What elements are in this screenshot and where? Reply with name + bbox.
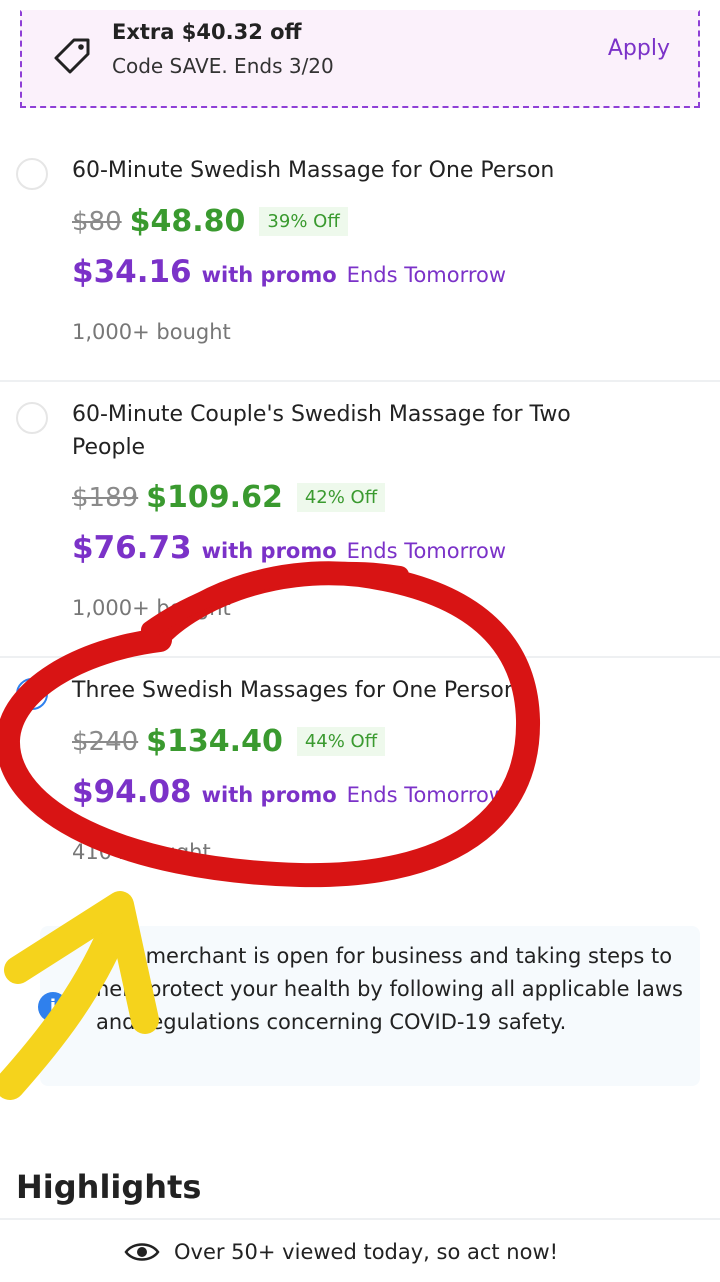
option-title: 60-Minute Swedish Massage for One Person xyxy=(72,158,555,183)
viewed-today-bar: Over 50+ viewed today, so act now! xyxy=(0,1218,720,1282)
option-radio[interactable] xyxy=(16,158,48,190)
info-icon: i xyxy=(38,992,68,1022)
tag-icon xyxy=(54,38,90,74)
bought-count: 1,000+ bought xyxy=(72,320,231,344)
discount-badge: 39% Off xyxy=(259,207,348,236)
promo-banner: Extra $40.32 off Code SAVE. Ends 3/20 Ap… xyxy=(20,10,700,108)
sale-price: $134.40 xyxy=(146,724,283,759)
deal-option-2[interactable]: 60-Minute Couple's Swedish Massage for T… xyxy=(0,382,720,658)
original-price: $80 xyxy=(72,206,122,237)
original-price: $240 xyxy=(72,726,139,757)
eye-icon xyxy=(124,1243,160,1261)
promo-title: Extra $40.32 off xyxy=(112,20,302,44)
with-promo-label: with promo xyxy=(201,783,337,807)
viewed-today-text: Over 50+ viewed today, so act now! xyxy=(174,1240,559,1264)
sale-price: $109.62 xyxy=(146,480,283,515)
discount-badge: 42% Off xyxy=(296,483,386,512)
discount-badge: 44% Off xyxy=(296,727,386,756)
covid-notice-text: This merchant is open for business and t… xyxy=(96,944,683,1034)
option-title: 60-Minute Couple's Swedish Massage for T… xyxy=(72,402,571,460)
with-promo-label: with promo xyxy=(201,263,337,287)
sale-price: $48.80 xyxy=(129,204,246,239)
highlights-heading: Highlights xyxy=(16,1168,202,1206)
ends-label: Ends Tomorrow xyxy=(346,783,507,807)
deal-option-3[interactable]: Three Swedish Massages for One Person $2… xyxy=(0,658,720,908)
promo-code-text: Code SAVE. Ends 3/20 xyxy=(112,54,334,78)
apply-button[interactable]: Apply xyxy=(608,36,670,61)
ends-label: Ends Tomorrow xyxy=(346,539,507,563)
promo-price: $76.73 xyxy=(72,530,192,566)
option-radio[interactable] xyxy=(16,402,48,434)
original-price: $189 xyxy=(72,482,139,513)
with-promo-label: with promo xyxy=(201,539,337,563)
deal-option-1[interactable]: 60-Minute Swedish Massage for One Person… xyxy=(0,124,720,382)
ends-label: Ends Tomorrow xyxy=(346,263,507,287)
bought-count: 410+ bought xyxy=(72,840,211,864)
promo-price: $34.16 xyxy=(72,254,192,290)
promo-price: $94.08 xyxy=(72,774,192,810)
bought-count: 1,000+ bought xyxy=(72,596,231,620)
option-title: Three Swedish Massages for One Person xyxy=(72,678,518,703)
option-radio-selected[interactable] xyxy=(16,678,48,710)
